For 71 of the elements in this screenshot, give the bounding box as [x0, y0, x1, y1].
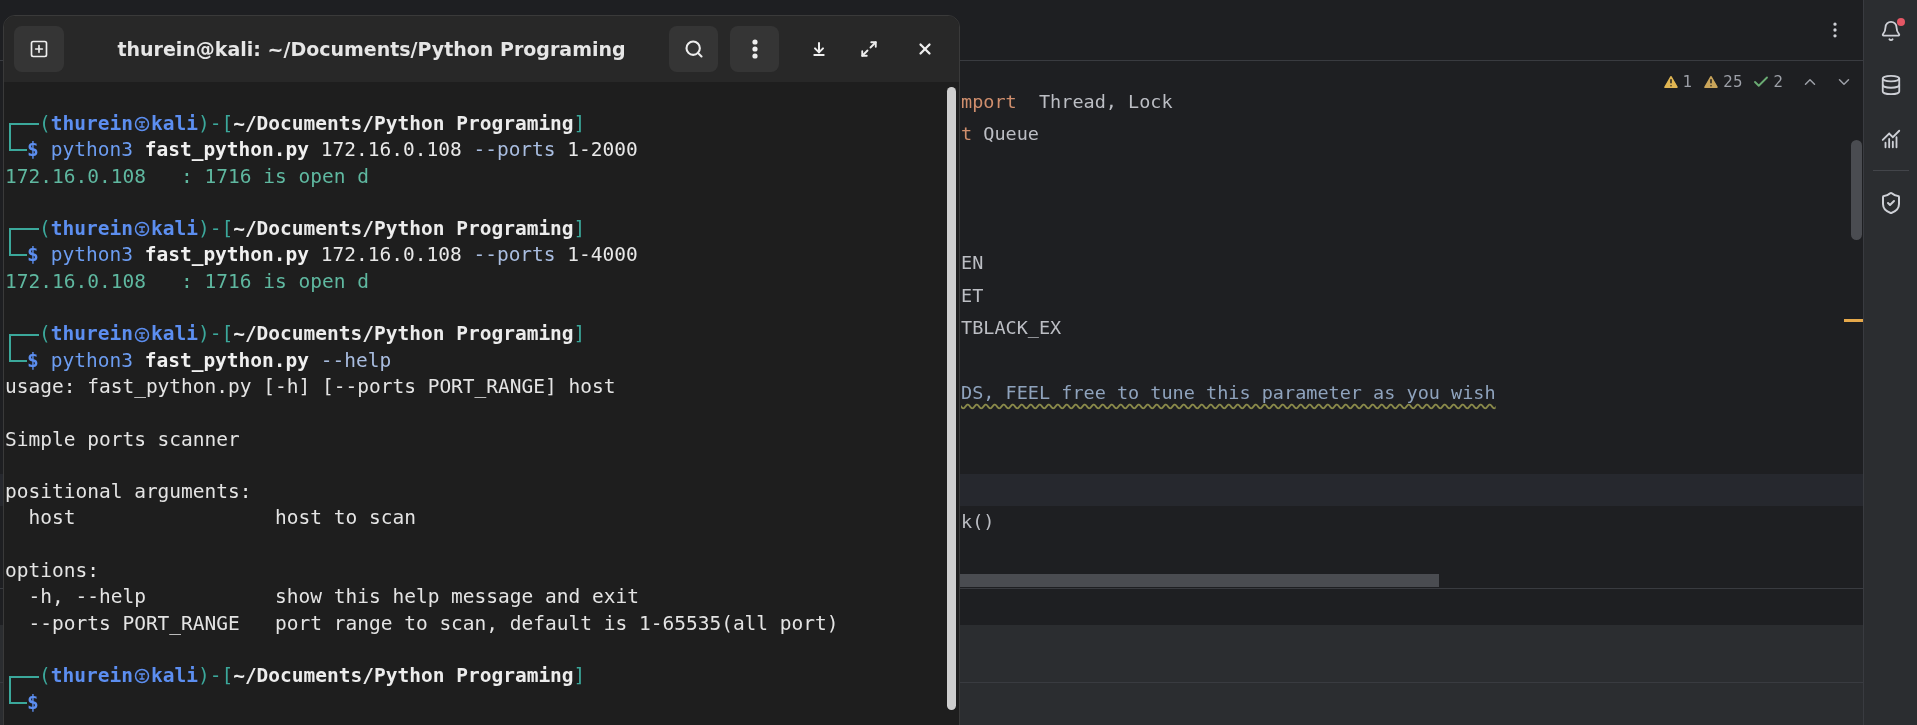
- terminal-output-line: --ports PORT_RANGE port range to scan, default is 1-65535(all port): [27, 610, 839, 637]
- prompt-bracket: )-[: [197, 321, 234, 348]
- prompt-bracket: ]: [573, 663, 586, 690]
- command-text: python3 fast_python.py 172.16.0.108 --ports 1-2000: [50, 137, 638, 164]
- circled-symbol-icon: [133, 221, 150, 238]
- prompt-user: thurein: [50, 111, 133, 137]
- new-tab-button[interactable]: [14, 26, 64, 72]
- scrollbar-thumb[interactable]: [960, 574, 1439, 587]
- prompt-bracket: (: [39, 663, 51, 690]
- prompt-bracket: )-[: [197, 663, 234, 690]
- circled-symbol-icon: [133, 116, 150, 133]
- code-line: ET: [961, 284, 984, 306]
- prompt-user: thurein: [50, 321, 133, 348]
- close-icon: [916, 40, 934, 58]
- prompt-bracket: ]: [573, 321, 586, 348]
- database-icon[interactable]: [1879, 74, 1902, 96]
- terminal-output-line: usage: fast_python.py [-h] [--ports PORT_RANGE] host: [5, 373, 616, 400]
- terminal-output-line: host host to scan: [27, 505, 416, 532]
- prompt-host: kali: [150, 216, 198, 243]
- prompt-bracket: ]: [573, 111, 586, 137]
- prompt-sign: $: [27, 137, 39, 164]
- plus-box-icon: [29, 39, 49, 59]
- search-icon: [683, 39, 704, 59]
- prompt-bracket: ]: [573, 216, 586, 243]
- circled-symbol-icon: [133, 668, 150, 685]
- terminal-output-line: 172.16.0.108 : 1716 is open d: [5, 268, 369, 295]
- scrollbar-thumb[interactable]: [1851, 140, 1862, 240]
- prompt-sign: $: [27, 242, 39, 269]
- scrollbar-thumb[interactable]: [946, 87, 956, 710]
- menu-icon: [751, 39, 758, 59]
- maximize-icon: [860, 40, 878, 58]
- inspection-count[interactable]: 25: [1723, 71, 1743, 94]
- terminal-output-line: options:: [5, 558, 99, 585]
- prompt-user: thurein: [50, 663, 133, 690]
- code-line: mport Thread, Lock: [961, 91, 1173, 112]
- code-line: t Queue: [961, 123, 1039, 145]
- prompt-bracket: (: [39, 216, 51, 243]
- search-button[interactable]: [669, 26, 718, 72]
- terminal-output-line: 172.16.0.108 : 1716 is open d: [5, 163, 369, 190]
- terminal-output-line: -h, --help show this help message and exit: [27, 584, 639, 611]
- code-line: TBLACK_EX: [961, 317, 1062, 339]
- command-text: python3 fast_python.py 172.16.0.108 --ports 1-4000: [50, 242, 638, 269]
- circled-symbol-icon: [133, 326, 150, 343]
- prompt-path: ~/Documents/Python Programing: [233, 663, 574, 690]
- chart-icon[interactable]: [1879, 128, 1902, 150]
- terminal-output-line: positional arguments:: [5, 479, 252, 506]
- prompt-path: ~/Documents/Python Programing: [233, 216, 574, 243]
- prompt-path: ~/Documents/Python Programing: [233, 321, 574, 348]
- prompt-sign: $: [27, 347, 39, 374]
- window-title: thurein@kali: ~/Documents/Python Programing: [117, 36, 626, 62]
- prompt-user: thurein: [50, 216, 133, 243]
- code-line: k(): [961, 510, 995, 532]
- prompt-sign: $: [27, 689, 39, 716]
- prompt-host: kali: [150, 663, 198, 690]
- inspection-count[interactable]: 1: [1682, 71, 1693, 94]
- prompt-bracket: )-[: [197, 111, 234, 137]
- prompt-host: kali: [150, 321, 198, 348]
- prompt-bracket: (: [39, 321, 51, 348]
- code-line: DS, FEEL free to tune this parameter as you wish: [961, 381, 1496, 403]
- menu-button[interactable]: [730, 26, 779, 72]
- prompt-bracket: (: [39, 111, 51, 137]
- arrow-down-line-icon: [811, 41, 827, 57]
- prompt-host: kali: [150, 111, 198, 137]
- command-text: python3 fast_python.py --help: [50, 347, 392, 374]
- terminal-output-line: Simple ports scanner: [5, 426, 240, 453]
- code-line: EN: [961, 252, 984, 274]
- notification-bell-icon[interactable]: [1879, 20, 1902, 42]
- prompt-path: ~/Documents/Python Programing: [233, 111, 574, 137]
- prompt-bracket: )-[: [197, 216, 234, 243]
- inspection-marker: [1844, 319, 1863, 322]
- inspection-count[interactable]: 2: [1773, 71, 1783, 94]
